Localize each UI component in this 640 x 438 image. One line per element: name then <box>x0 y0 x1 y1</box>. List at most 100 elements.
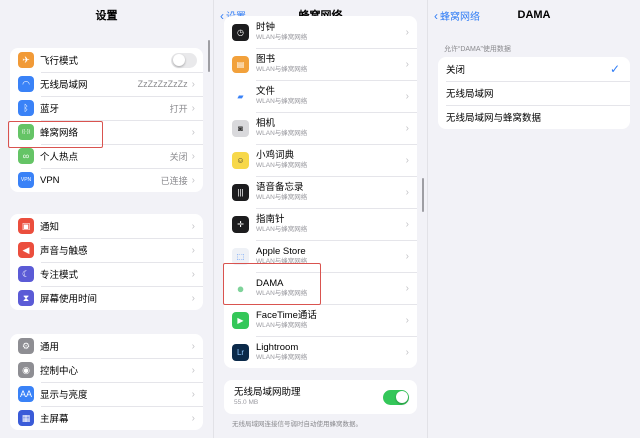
app-name: 小鸡词典 <box>256 150 295 161</box>
settings-group-connectivity: ✈ 飞行模式 ◠ 无线局域网 ZzZzZzZzZz › ᛒ 蓝牙 打开 › ((·)) 蜂窝网络 › ∞ 个… <box>10 48 203 192</box>
wlan-assist-size: 55.0 MB <box>234 399 259 406</box>
chevron-right-icon: › <box>191 220 195 232</box>
chevron-right-icon: › <box>405 218 409 230</box>
app-list: ◷ 时钟 WLAN与蜂窝网络 › ▤ 图书 WLAN与蜂窝网络 › ▰ 文件 WLAN与蜂窝网络 › ◙… <box>224 16 417 368</box>
page-title: 设置 <box>95 10 118 22</box>
settings-row-label: 通知 <box>40 222 60 233</box>
voice-memo-icon: ||| <box>232 183 249 201</box>
moon-icon: ☾ <box>18 266 34 282</box>
settings-row[interactable]: ◀ 声音与触感 › <box>10 238 203 262</box>
data-option-row[interactable]: 无线局域网 <box>438 81 630 105</box>
chevron-right-icon: › <box>191 292 195 304</box>
chevron-right-icon: › <box>191 78 195 90</box>
app-row[interactable]: ||| 语音备忘录 WLAN与蜂窝网络 › <box>224 176 417 208</box>
app-name: 图书 <box>256 54 276 65</box>
settings-row[interactable]: ⚙ 通用 › <box>10 334 203 358</box>
data-option-row[interactable]: 关闭 ✓ <box>438 57 630 81</box>
app-row-text: 相机 WLAN与蜂窝网络 <box>256 118 406 138</box>
app-data-setting: WLAN与蜂窝网络 <box>256 162 308 169</box>
hotspot-icon: ∞ <box>18 148 34 164</box>
camera-icon: ◙ <box>232 119 249 137</box>
app-name: 时钟 <box>256 22 276 33</box>
chevron-right-icon: › <box>191 174 195 186</box>
dama-navbar: ‹ 蜂窝网络 DAMA <box>428 0 640 30</box>
scrollbar[interactable] <box>422 178 424 212</box>
chick-icon: ☺ <box>232 151 249 169</box>
settings-row[interactable]: ◠ 无线局域网 ZzZzZzZzZz › <box>10 72 203 96</box>
chevron-right-icon: › <box>405 282 409 294</box>
app-row[interactable]: ✛ 指南针 WLAN与蜂窝网络 › <box>224 208 417 240</box>
settings-row[interactable]: ᛒ 蓝牙 打开 › <box>10 96 203 120</box>
app-row[interactable]: ◙ 相机 WLAN与蜂窝网络 › <box>224 112 417 144</box>
settings-row-label: VPN <box>40 174 60 186</box>
settings-row[interactable]: ⧗ 屏幕使用时间 › <box>10 286 203 310</box>
app-row[interactable]: ▤ 图书 WLAN与蜂窝网络 › <box>224 48 417 80</box>
settings-row[interactable]: VPN VPN 已连接 › <box>10 168 203 192</box>
chevron-right-icon: › <box>191 268 195 280</box>
app-row[interactable]: ▰ 文件 WLAN与蜂窝网络 › <box>224 80 417 112</box>
app-name: 相机 <box>256 118 276 129</box>
settings-row-label: 声音与触感 <box>40 246 88 257</box>
section-header: 允许“DAMA”使用数据 <box>444 46 511 53</box>
vpn-icon: VPN <box>18 172 34 188</box>
settings-row-label: 专注模式 <box>40 270 79 281</box>
chevron-right-icon: › <box>405 122 409 134</box>
chevron-right-icon: › <box>405 90 409 102</box>
sound-icon: ◀ <box>18 242 34 258</box>
app-data-setting: WLAN与蜂窝网络 <box>256 34 308 41</box>
chevron-right-icon: › <box>191 102 195 114</box>
display-icon: AA <box>18 386 34 402</box>
chevron-right-icon: › <box>191 340 195 352</box>
settings-row[interactable]: ◉ 控制中心 › <box>10 358 203 382</box>
settings-panel: 设置 ✈ 飞行模式 ◠ 无线局域网 ZzZzZzZzZz › ᛒ 蓝牙 打开 › ((·)) 蜂窝网络… <box>0 0 213 438</box>
hourglass-icon: ⧗ <box>18 290 34 306</box>
app-row[interactable]: ▶ FaceTime通话 WLAN与蜂窝网络 › <box>224 304 417 336</box>
app-row-text: 文件 WLAN与蜂窝网络 <box>256 86 406 106</box>
wlan-assist-toggle[interactable] <box>383 389 409 405</box>
chevron-right-icon: › <box>191 126 195 138</box>
back-button[interactable]: ‹ 蜂窝网络 <box>434 8 480 24</box>
chevron-right-icon: › <box>405 26 409 38</box>
settings-row-label: 显示与亮度 <box>40 390 88 401</box>
settings-row[interactable]: ☾ 专注模式 › <box>10 262 203 286</box>
chevron-right-icon: › <box>405 186 409 198</box>
bluetooth-icon: ᛒ <box>18 100 34 116</box>
data-option-row[interactable]: 无线局域网与蜂窝数据 <box>438 105 630 129</box>
settings-row[interactable]: AA 显示与亮度 › <box>10 382 203 406</box>
chevron-right-icon: › <box>405 154 409 166</box>
control-center-icon: ◉ <box>18 362 34 378</box>
highlight-box-dama <box>223 263 321 305</box>
scrollbar[interactable] <box>208 40 210 72</box>
dama-panel: ‹ 蜂窝网络 DAMA 允许“DAMA”使用数据 关闭 ✓ 无线局域网 无线局域网与蜂窝… <box>427 0 640 438</box>
app-name: 指南针 <box>256 214 285 225</box>
app-name: FaceTime通话 <box>256 310 317 321</box>
chevron-left-icon: ‹ <box>434 8 438 23</box>
settings-row-value: 打开 <box>169 103 188 114</box>
chevron-right-icon: › <box>191 388 195 400</box>
books-icon: ▤ <box>232 55 249 73</box>
app-row[interactable]: Lr Lightroom WLAN与蜂窝网络 › <box>224 336 417 368</box>
settings-row-label: 飞行模式 <box>40 56 79 67</box>
app-data-setting: WLAN与蜂窝网络 <box>256 66 308 73</box>
wifi-icon: ◠ <box>18 76 34 92</box>
chevron-right-icon: › <box>191 412 195 424</box>
settings-row-value: ZzZzZzZzZz <box>137 79 188 89</box>
settings-row[interactable]: ✈ 飞行模式 <box>10 48 203 72</box>
app-row[interactable]: ◷ 时钟 WLAN与蜂窝网络 › <box>224 16 417 48</box>
data-options-group: 关闭 ✓ 无线局域网 无线局域网与蜂窝数据 <box>438 57 630 129</box>
app-row-text: FaceTime通话 WLAN与蜂窝网络 <box>256 310 406 330</box>
app-row-text: Lightroom WLAN与蜂窝网络 <box>256 342 406 362</box>
app-row[interactable]: ☺ 小鸡词典 WLAN与蜂窝网络 › <box>224 144 417 176</box>
notification-icon: ▣ <box>18 218 34 234</box>
chevron-right-icon: › <box>405 58 409 70</box>
airplane-mode-toggle[interactable] <box>171 52 197 68</box>
settings-row-value: 已连接 <box>160 175 188 186</box>
settings-row[interactable]: ▣ 通知 › <box>10 214 203 238</box>
chevron-right-icon: › <box>405 346 409 358</box>
wlan-assist-label: 无线局域网助理 <box>234 387 301 398</box>
data-option-label: 关闭 <box>446 65 466 76</box>
folder-icon: ▰ <box>232 87 249 105</box>
settings-row[interactable]: ▦ 主屏幕 › <box>10 406 203 430</box>
settings-row-label: 蓝牙 <box>40 104 60 115</box>
app-data-setting: WLAN与蜂窝网络 <box>256 322 308 329</box>
